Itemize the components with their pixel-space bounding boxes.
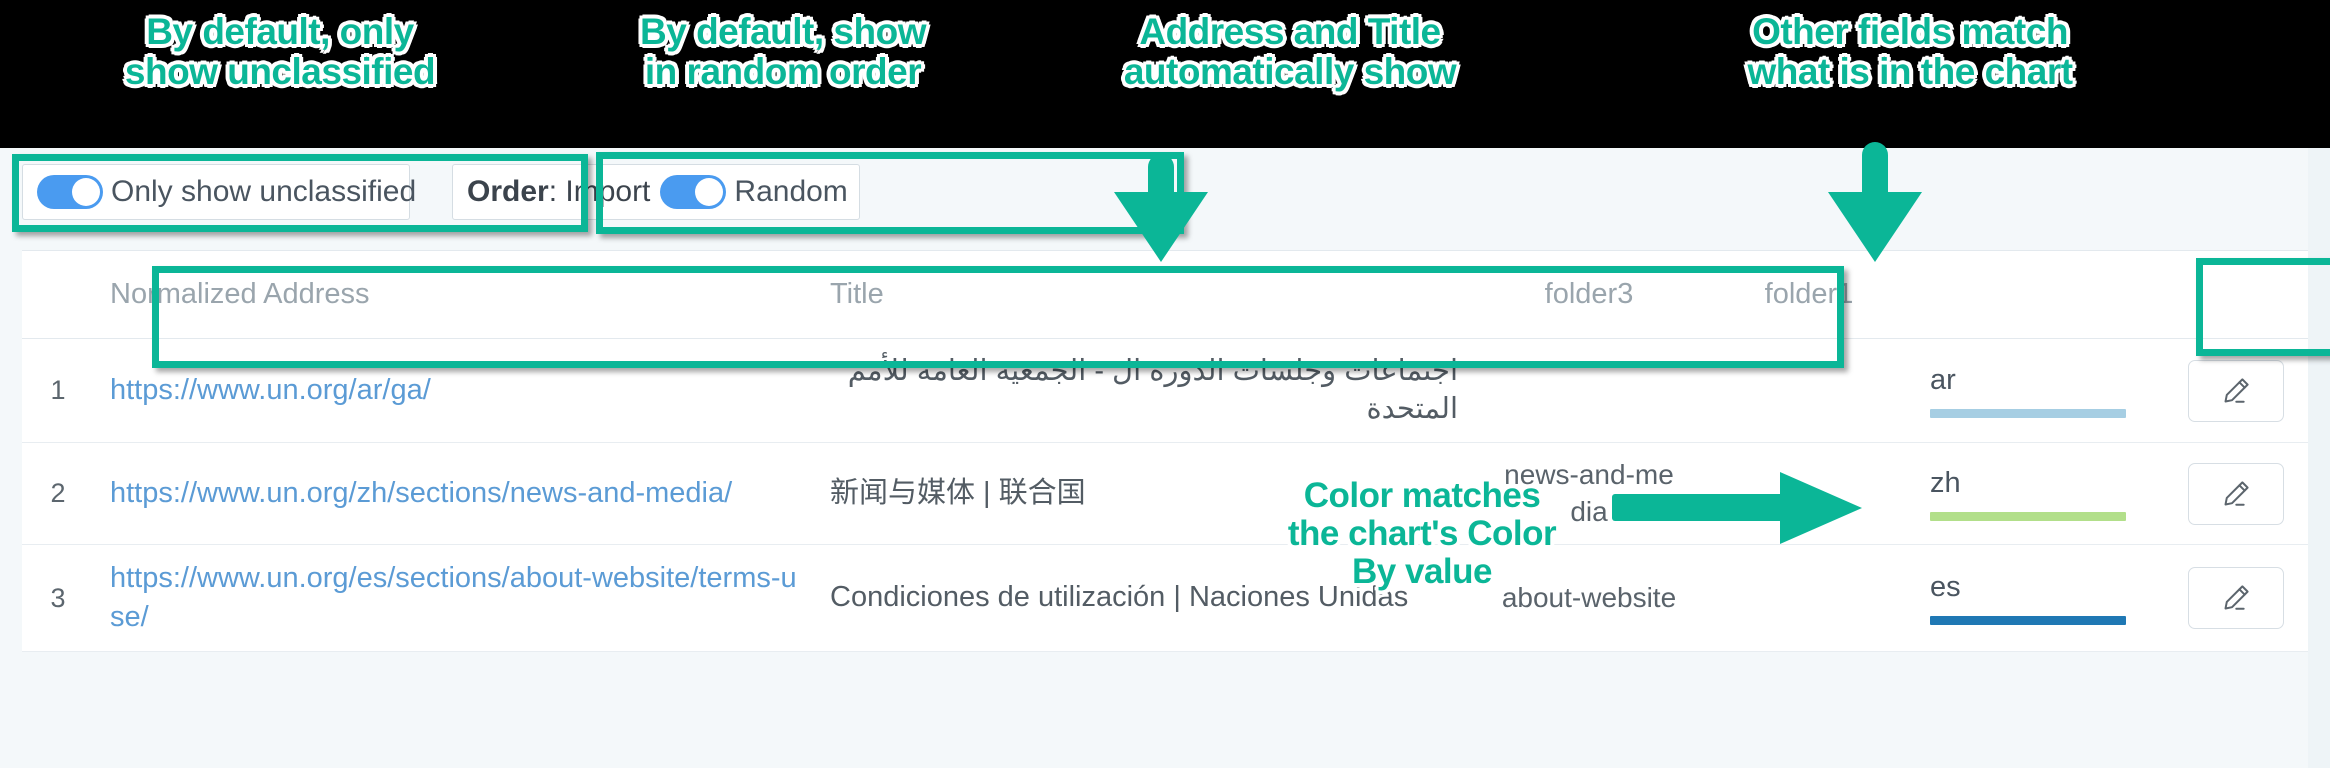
order-random-label: Random — [734, 175, 848, 208]
row-color-swatch: zh — [1914, 443, 2164, 544]
app-surface: Only show unclassified Order: Import Ran… — [0, 148, 2330, 768]
order-prefix-bold: Order — [467, 175, 549, 208]
row-edit — [2164, 545, 2308, 651]
table-row: 3 https://www.un.org/es/sections/about-w… — [22, 545, 2308, 653]
table-header-row: Normalized Address Title folder3 folder1 — [22, 251, 2308, 339]
edit-button[interactable] — [2188, 359, 2284, 422]
annotation-band: By default, only show unclassified By de… — [0, 0, 2330, 148]
screenshot-root: By default, only show unclassified By de… — [0, 0, 2330, 768]
results-table: Normalized Address Title folder3 folder1… — [22, 250, 2308, 653]
annotation-random-order: By default, show in random order — [640, 11, 926, 92]
pencil-icon — [2219, 477, 2253, 511]
address-link[interactable]: https://www.un.org/zh/sections/news-and-… — [110, 474, 732, 513]
table-row: 1 https://www.un.org/ar/ga/ اجتماعات وجل… — [22, 339, 2308, 444]
table-row: 2 https://www.un.org/zh/sections/news-an… — [22, 443, 2308, 546]
pencil-icon — [2219, 374, 2253, 408]
toggle-knob-icon — [695, 178, 724, 206]
row-color-swatch: ar — [1914, 339, 2164, 442]
edit-button[interactable] — [2188, 567, 2284, 630]
color-key-label: zh — [1930, 466, 1961, 499]
annotation-other-fields: Other fields match what is in the chart — [1747, 11, 2073, 92]
edit-button[interactable] — [2188, 462, 2284, 525]
header-index — [22, 251, 94, 338]
color-key-label: ar — [1930, 363, 1956, 396]
row-index: 3 — [50, 582, 66, 613]
row-folder3 — [1474, 339, 1704, 442]
only-show-unclassified-label: Only show unclassified — [111, 175, 417, 208]
row-edit — [2164, 339, 2308, 442]
right-gutter — [2308, 148, 2330, 768]
address-link[interactable]: https://www.un.org/es/sections/about-web… — [110, 559, 798, 637]
color-bar — [1930, 408, 2126, 418]
row-index: 2 — [50, 478, 66, 509]
annotation-unclassified: By default, only show unclassified — [124, 11, 436, 92]
row-edit — [2164, 443, 2308, 544]
row-index: 1 — [50, 375, 66, 406]
header-folder3[interactable]: folder3 — [1474, 251, 1704, 338]
color-bar — [1930, 616, 2126, 626]
row-folder1 — [1704, 339, 1914, 442]
pencil-icon — [2219, 581, 2253, 615]
order-prefix-label: Order: Import — [467, 175, 650, 209]
order-prefix-rest: : Import — [548, 175, 651, 208]
row-address: https://www.un.org/ar/ga/ — [94, 339, 814, 442]
color-key-label: es — [1930, 571, 1961, 604]
color-bar — [1930, 511, 2126, 521]
header-edit — [2164, 251, 2308, 338]
toggle-knob-icon — [72, 178, 100, 206]
row-address: https://www.un.org/zh/sections/news-and-… — [94, 443, 814, 544]
annotation-color-match: Color matches the chart's Color By value — [1287, 476, 1557, 591]
address-link[interactable]: https://www.un.org/ar/ga/ — [110, 371, 431, 410]
header-folder1[interactable]: folder1 — [1704, 251, 1914, 338]
only-show-unclassified-control[interactable]: Only show unclassified — [22, 164, 416, 220]
row-folder1 — [1704, 545, 1914, 651]
header-normalized-address[interactable]: Normalized Address — [94, 251, 814, 338]
header-color — [1914, 251, 2164, 338]
row-folder1 — [1704, 443, 1914, 544]
order-toggle[interactable] — [660, 175, 727, 209]
row-color-swatch: es — [1914, 545, 2164, 651]
header-title[interactable]: Title — [814, 251, 1474, 338]
toolbar: Only show unclassified Order: Import Ran… — [0, 148, 2330, 250]
order-control[interactable]: Order: Import Random — [452, 164, 860, 220]
row-address: https://www.un.org/es/sections/about-web… — [94, 545, 814, 651]
annotation-address-title: Address and Title automatically show — [1123, 11, 1457, 92]
only-show-unclassified-toggle[interactable] — [37, 175, 103, 209]
row-title: اجتماعات وجلسات الدورة ال - الجمعية العا… — [847, 355, 1458, 425]
